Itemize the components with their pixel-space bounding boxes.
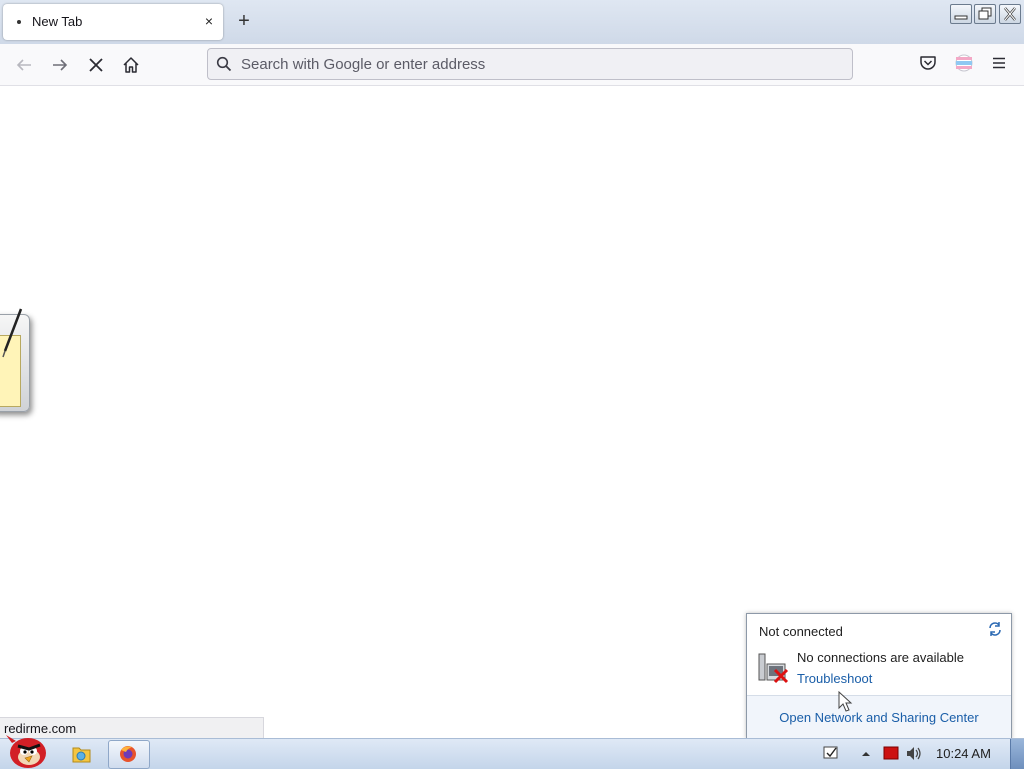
pocket-icon <box>920 56 936 70</box>
back-button[interactable] <box>11 53 37 77</box>
navigation-toolbar <box>0 44 1024 86</box>
hamburger-menu-icon <box>993 57 1005 69</box>
home-button[interactable] <box>118 53 144 77</box>
taskbar: 10:24 AM <box>0 735 1024 769</box>
pocket-button[interactable] <box>917 52 939 74</box>
network-flyout: Not connected No connections are availab… <box>746 613 1012 739</box>
network-disconnected-tray-icon[interactable] <box>882 746 900 761</box>
no-connections-message: No connections are available <box>797 650 964 665</box>
pen-icon <box>2 308 23 358</box>
folder-icon <box>72 747 91 763</box>
account-icon <box>955 54 973 72</box>
tab-title: New Tab <box>32 14 83 29</box>
address-bar[interactable] <box>207 48 853 80</box>
tab-strip: New Tab × + <box>0 0 1024 44</box>
start-button[interactable] <box>2 733 50 769</box>
desktop-notes-gadget[interactable] <box>0 308 30 412</box>
window-restore-button[interactable] <box>974 4 996 24</box>
address-input[interactable] <box>241 53 801 75</box>
back-arrow-icon <box>16 59 31 71</box>
connection-status-title: Not connected <box>759 624 843 639</box>
application-menu-button[interactable] <box>988 52 1010 74</box>
window-minimize-button[interactable] <box>950 4 972 24</box>
restore-icon <box>978 7 992 20</box>
troubleshoot-link[interactable]: Troubleshoot <box>797 671 872 686</box>
close-icon <box>1004 7 1016 21</box>
action-center-flag-icon[interactable] <box>822 745 840 761</box>
forward-button[interactable] <box>47 53 73 77</box>
stop-icon <box>89 58 103 72</box>
forward-arrow-icon <box>53 59 68 71</box>
firefox-icon <box>120 746 136 762</box>
taskbar-windows-explorer[interactable] <box>64 741 98 767</box>
show-hidden-icons-arrow[interactable] <box>859 747 873 761</box>
tab-close-button[interactable]: × <box>199 11 219 31</box>
angry-bird-start-icon <box>6 735 46 768</box>
open-network-sharing-center-link[interactable]: Open Network and Sharing Center <box>747 710 1011 725</box>
search-icon <box>216 56 232 72</box>
minimize-icon <box>954 15 968 20</box>
no-network-icon <box>758 653 789 684</box>
new-tab-button[interactable]: + <box>234 10 254 34</box>
window-close-button[interactable] <box>999 4 1021 24</box>
system-clock[interactable]: 10:24 AM <box>936 746 991 761</box>
home-icon <box>123 57 139 73</box>
volume-icon[interactable] <box>905 745 923 762</box>
stop-button[interactable] <box>83 53 109 77</box>
tab-loading-icon <box>17 20 21 24</box>
tab-new-tab[interactable]: New Tab × <box>3 4 223 40</box>
taskbar-firefox[interactable] <box>108 740 150 769</box>
show-desktop-button[interactable] <box>1010 739 1024 769</box>
mouse-cursor-icon <box>838 691 853 712</box>
refresh-icon[interactable] <box>987 621 1003 637</box>
account-button[interactable] <box>953 52 975 74</box>
flyout-footer: Open Network and Sharing Center <box>747 695 1011 739</box>
